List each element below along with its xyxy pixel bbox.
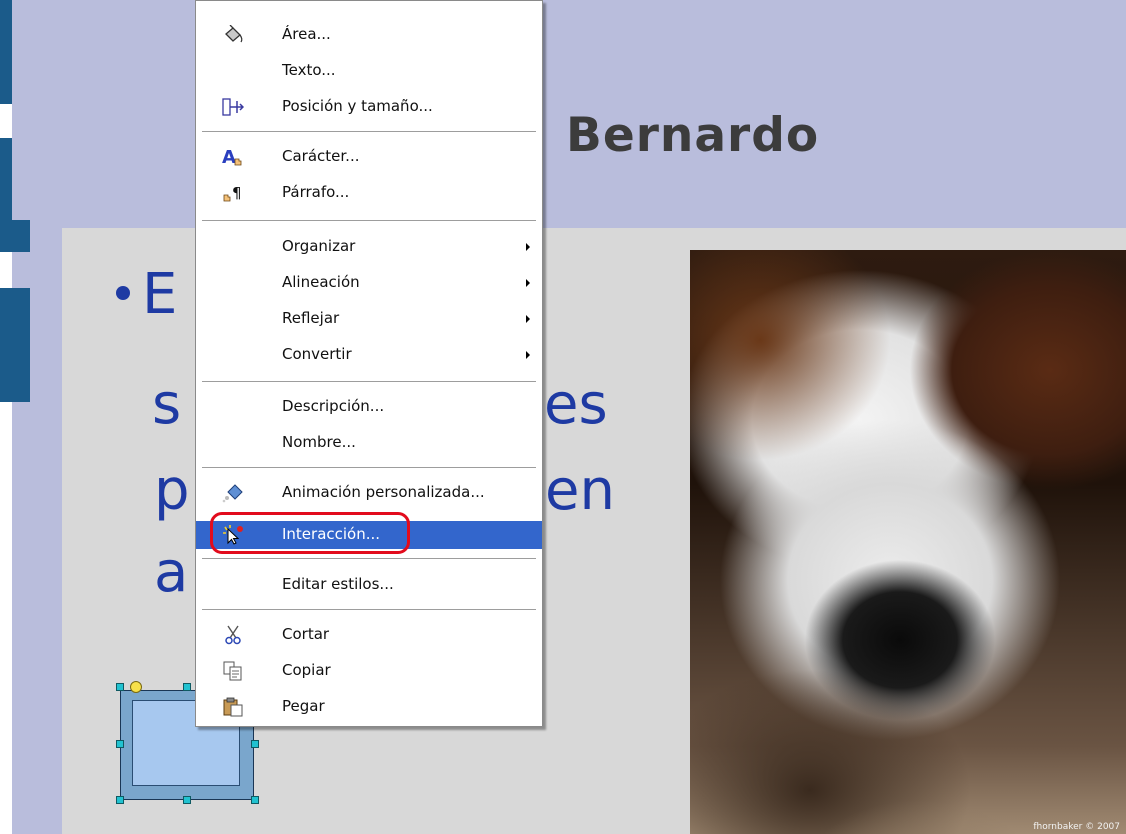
menu-item-label: Posición y tamaño...: [282, 97, 433, 115]
menu-item-label: Texto...: [282, 61, 336, 79]
side-tab-3: [0, 288, 30, 402]
menu-item-description[interactable]: Descripción...: [196, 393, 542, 421]
annotation-highlight-ring: [210, 512, 410, 554]
menu-item-edit-styles[interactable]: Editar estilos...: [196, 571, 542, 599]
menu-item-label: Alineación: [282, 273, 360, 291]
paragraph-icon: ¶: [223, 184, 242, 202]
selection-handle-bottom-mid[interactable]: [183, 796, 191, 804]
menu-separator: [202, 220, 536, 221]
shape-adjust-handle[interactable]: [130, 681, 142, 693]
selection-handle-top-left[interactable]: [116, 683, 124, 691]
menu-separator: [202, 558, 536, 559]
svg-text:¶: ¶: [232, 184, 242, 202]
menu-item-flip[interactable]: Reflejar: [196, 305, 542, 333]
slide-title[interactable]: Bernardo: [566, 108, 819, 163]
menu-item-name[interactable]: Nombre...: [196, 429, 542, 457]
bullet-text-line4[interactable]: a: [154, 540, 188, 605]
selection-handle-top-mid[interactable]: [183, 683, 191, 691]
menu-item-paste[interactable]: Pegar: [196, 693, 542, 721]
copy-icon: [223, 661, 242, 681]
custom-animation-icon: [222, 484, 243, 503]
menu-item-label: Reflejar: [282, 309, 340, 327]
submenu-arrow-icon: [526, 315, 530, 323]
menu-item-character[interactable]: A Carácter...: [196, 143, 542, 171]
slide-left-margin: [0, 0, 12, 834]
submenu-arrow-icon: [526, 279, 530, 287]
menu-item-label: Párrafo...: [282, 183, 350, 201]
menu-separator: [202, 467, 536, 468]
menu-item-label: Pegar: [282, 697, 325, 715]
menu-separator: [202, 609, 536, 610]
menu-item-label: Organizar: [282, 237, 356, 255]
menu-item-label: Cortar: [282, 625, 330, 643]
bullet-text-line3-right[interactable]: en: [545, 458, 615, 523]
paste-icon: [223, 697, 243, 717]
menu-item-text[interactable]: Texto...: [196, 57, 542, 85]
menu-item-area[interactable]: Área...: [196, 21, 542, 49]
submenu-arrow-icon: [526, 351, 530, 359]
bullet-text-line2-right[interactable]: es: [544, 372, 608, 437]
menu-separator: [202, 381, 536, 382]
menu-separator: [202, 131, 536, 132]
dog-photo[interactable]: fhornbaker © 2007: [690, 250, 1126, 834]
selection-handle-bottom-right[interactable]: [251, 796, 259, 804]
menu-item-label: Área...: [282, 25, 331, 43]
menu-item-custom-animation[interactable]: Animación personalizada...: [196, 479, 542, 507]
svg-text:A: A: [222, 147, 236, 167]
bullet-text-line3-left[interactable]: p: [154, 458, 190, 523]
context-menu: Área... Texto... Posición y tamaño... A …: [195, 0, 543, 727]
menu-item-label: Nombre...: [282, 433, 356, 451]
menu-item-label: Copiar: [282, 661, 331, 679]
menu-item-label: Animación personalizada...: [282, 483, 485, 501]
menu-item-arrange[interactable]: Organizar: [196, 233, 542, 261]
character-icon: A: [222, 147, 242, 167]
menu-item-copy[interactable]: Copiar: [196, 657, 542, 685]
menu-item-cut[interactable]: Cortar: [196, 621, 542, 649]
menu-item-convert[interactable]: Convertir: [196, 341, 542, 369]
photo-credit: fhornbaker © 2007: [1033, 822, 1120, 832]
position-size-icon: [222, 98, 244, 116]
menu-item-position-size[interactable]: Posición y tamaño...: [196, 93, 542, 121]
selection-handle-mid-left[interactable]: [116, 740, 124, 748]
bullet-dot: [116, 286, 130, 300]
menu-item-alignment[interactable]: Alineación: [196, 269, 542, 297]
menu-item-label: Editar estilos...: [282, 575, 394, 593]
bullet-text-line2-left[interactable]: s: [152, 372, 181, 437]
selection-handle-bottom-left[interactable]: [116, 796, 124, 804]
scissors-icon: [225, 625, 241, 645]
selection-handle-mid-right[interactable]: [251, 740, 259, 748]
menu-item-label: Convertir: [282, 345, 352, 363]
fill-bucket-icon: [225, 25, 243, 43]
menu-item-label: Carácter...: [282, 147, 360, 165]
submenu-arrow-icon: [526, 243, 530, 251]
menu-item-paragraph[interactable]: ¶ Párrafo...: [196, 179, 542, 207]
menu-item-label: Descripción...: [282, 397, 385, 415]
bullet-text-line1[interactable]: E: [142, 262, 177, 327]
